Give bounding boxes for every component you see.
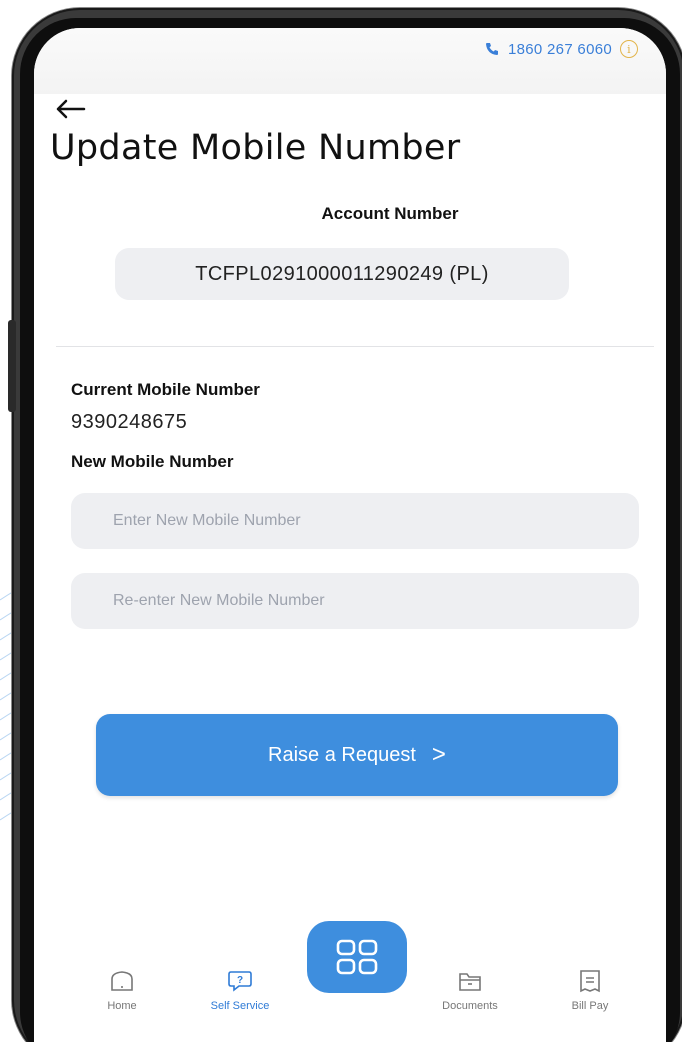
phone-side-button <box>8 320 16 412</box>
nav-home-label: Home <box>107 1000 137 1012</box>
status-bar: 1860 267 6060 i <box>34 28 666 94</box>
support-phone[interactable]: 1860 267 6060 i <box>484 40 638 58</box>
grid-icon <box>336 939 378 975</box>
phone-icon <box>486 43 498 55</box>
nav-documents[interactable]: Documents <box>430 968 510 1012</box>
current-mobile-label: Current Mobile Number <box>71 380 260 399</box>
bill-icon <box>580 970 600 993</box>
chevron-right-icon: > <box>431 741 446 768</box>
raise-request-button[interactable]: Raise a Request > <box>96 714 618 796</box>
home-icon <box>111 971 133 991</box>
current-mobile-value: 9390248675 <box>71 411 188 433</box>
menu-grid-button[interactable] <box>307 921 407 993</box>
support-phone-number: 1860 267 6060 <box>508 40 612 58</box>
nav-documents-label: Documents <box>442 1000 498 1012</box>
info-icon[interactable]: i <box>620 40 638 58</box>
nav-self-service[interactable]: ? Self Service <box>200 968 280 1012</box>
new-mobile-label: New Mobile Number <box>71 452 234 471</box>
divider <box>56 346 654 347</box>
svg-text:?: ? <box>237 975 243 986</box>
new-mobile-input[interactable] <box>71 493 639 549</box>
reenter-mobile-input[interactable] <box>71 573 639 629</box>
account-number-label: Account Number <box>321 204 459 223</box>
folder-icon <box>459 973 481 991</box>
account-number-value: TCFPL0291000011290249 (PL) <box>115 248 569 300</box>
back-arrow-icon[interactable] <box>54 98 86 120</box>
nav-bill-pay-label: Bill Pay <box>571 1000 609 1012</box>
nav-self-service-label: Self Service <box>210 1000 270 1012</box>
help-chat-icon: ? <box>228 971 252 992</box>
page-title: Update Mobile Number <box>50 128 461 168</box>
nav-bill-pay[interactable]: Bill Pay <box>550 968 630 1012</box>
app-screen: 1860 267 6060 i Update Mobile Number Acc… <box>34 28 666 1042</box>
nav-home[interactable]: Home <box>82 968 162 1012</box>
raise-request-label: Raise a Request <box>268 743 416 766</box>
